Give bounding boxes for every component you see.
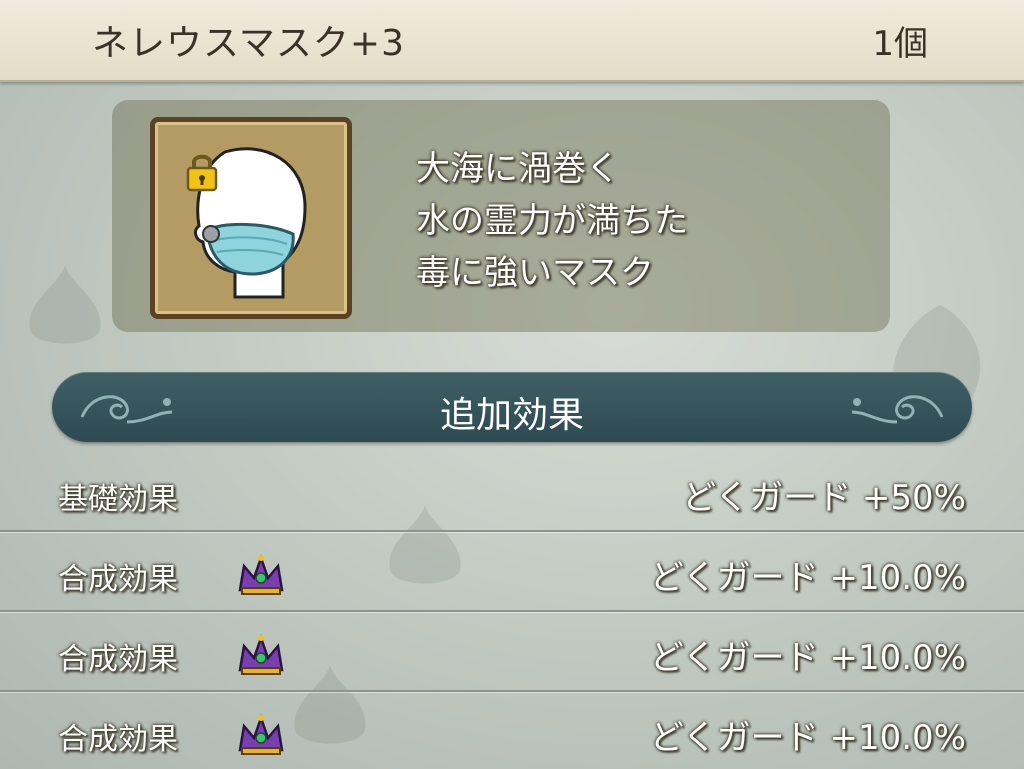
description-line: 大海に渦巻く [416,149,620,189]
description-line: 水の霊力が満ちた [416,201,688,241]
effect-value: どくガード +50% [682,478,966,518]
crown-icon [238,714,284,755]
item-name: ネレウスマスク+3 [92,23,405,64]
effect-value: どくガード +10.0% [649,718,966,758]
effect-row: 合成効果 どくガード +10.0% [0,692,1024,769]
lock-icon [186,154,218,192]
item-header: ネレウスマスク+3 1個 [0,0,1024,82]
effect-row: 基礎効果 どくガード +50% [0,452,1024,532]
effect-value: どくガード +10.0% [649,558,966,598]
background-slime-motif [20,260,110,350]
effect-row: 合成効果 どくガード +10.0% [0,532,1024,612]
crown-icon [238,634,284,675]
item-count: 1個 [872,24,928,64]
item-description: 大海に渦巻く 水の霊力が満ちた 毒に強いマスク [416,143,688,299]
effect-label: 基礎効果 [58,482,178,517]
mask-icon [194,147,307,299]
item-icon-frame[interactable] [150,117,352,319]
crown-icon [238,554,284,595]
effect-label: 合成効果 [58,642,178,677]
effect-label: 合成効果 [58,722,178,757]
right-swirl-ornament-icon [851,395,944,424]
additional-effects-banner: 追加効果 [52,372,972,442]
effect-value: どくガード +10.0% [649,638,966,678]
section-title: 追加効果 [439,395,584,436]
effect-row: 合成効果 どくガード +10.0% [0,612,1024,692]
description-line: 毒に強いマスク [416,253,654,293]
effect-label: 合成効果 [58,562,178,597]
